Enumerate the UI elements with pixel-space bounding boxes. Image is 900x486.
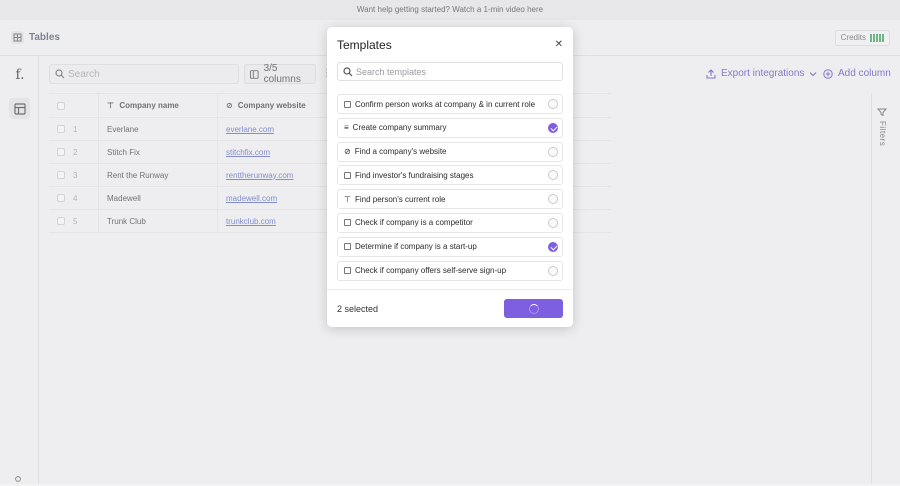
template-type-icon (344, 171, 351, 179)
template-label: Find person's current role (354, 194, 446, 204)
templates-list: Confirm person works at company & in cur… (337, 94, 563, 314)
template-checkbox[interactable] (548, 194, 558, 205)
template-label: Find a company's website (354, 147, 447, 157)
submit-button[interactable] (504, 299, 563, 318)
template-item[interactable]: Determine if company is a start-up (337, 236, 563, 257)
template-checkbox[interactable] (548, 217, 558, 228)
template-label: Confirm person works at company & in cur… (355, 99, 536, 109)
template-type-icon (344, 243, 351, 251)
template-label: Determine if company is a start-up (355, 242, 477, 252)
selected-count: 2 selected (337, 304, 379, 314)
template-type-icon (344, 219, 351, 227)
search-icon (343, 67, 353, 77)
modal-title: Templates (337, 38, 392, 52)
template-label: Check if company offers self-serve sign-… (355, 266, 507, 276)
template-item[interactable]: ⊘ Find a company's website (337, 141, 563, 162)
template-item[interactable]: Check if company offers self-serve sign-… (337, 260, 563, 281)
templates-search-placeholder: Search templates (356, 67, 427, 77)
close-icon[interactable]: ✕ (555, 39, 563, 50)
template-checkbox[interactable] (548, 241, 558, 252)
modal-footer: 2 selected (327, 289, 573, 327)
template-label: Find investor's fundraising stages (355, 170, 474, 180)
template-item[interactable]: Check if company is a competitor (337, 212, 563, 233)
template-checkbox[interactable] (548, 170, 558, 181)
template-item[interactable]: ⊤ Find person's current role (337, 189, 563, 210)
templates-modal: Templates ✕ Search templates Confirm per… (327, 27, 573, 327)
template-type-icon (344, 267, 351, 275)
template-type-icon (344, 100, 351, 108)
template-checkbox[interactable] (548, 99, 558, 109)
template-item[interactable]: Confirm person works at company & in cur… (337, 94, 563, 114)
link-icon: ⊘ (344, 147, 351, 157)
loading-spinner-icon (528, 303, 539, 314)
template-checkbox[interactable] (548, 122, 558, 133)
template-item[interactable]: Find investor's fundraising stages (337, 165, 563, 186)
text-type-icon: ⊤ (344, 194, 351, 204)
list-icon: ≡ (344, 123, 349, 133)
template-label: Create company summary (352, 123, 447, 133)
template-checkbox[interactable] (548, 265, 558, 276)
template-item[interactable]: ≡ Create company summary (337, 117, 563, 138)
template-checkbox[interactable] (548, 146, 558, 157)
templates-search-input[interactable]: Search templates (337, 62, 563, 81)
template-label: Check if company is a competitor (355, 218, 473, 228)
